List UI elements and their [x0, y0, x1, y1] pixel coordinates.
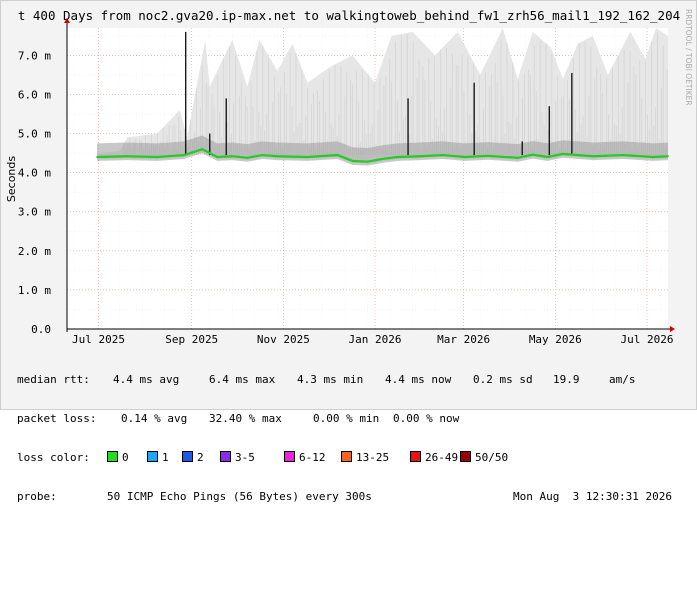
loss-swatch-7: [460, 451, 471, 462]
median-rtt-point: [531, 153, 534, 156]
median-rtt-point: [156, 156, 159, 158]
median-rtt-point: [486, 154, 489, 157]
legend-panel: median rtt: 4.4 ms avg 6.4 ms max 4.3 ms…: [17, 347, 687, 529]
packet-loss-row: packet loss: 0.14 % avg 32.40 % max 0.00…: [17, 412, 687, 425]
y-tick-label: 6.0 m: [18, 88, 51, 101]
plot-area: 0.0 1.0 m 2.0 m 3.0 m 4.0 m 5.0 m 6.0 m 7.0 m Ju…: [18, 18, 675, 346]
median-rtt-point: [276, 155, 279, 158]
loss-now: 0.00 % now: [393, 412, 460, 425]
median-rtt-point: [622, 154, 624, 156]
loss-color-3: 3-5: [220, 451, 255, 464]
median-rtt-point: [441, 154, 444, 156]
x-tick-label: Nov 2025: [257, 333, 310, 346]
x-tick-label: Sep 2025: [165, 333, 218, 346]
loss-color-0: 0: [107, 451, 129, 464]
loss-max: 32.40 % max: [209, 412, 282, 425]
smokeping-graph: t 400 Days from noc2.gva20.ip-max.net to…: [0, 0, 697, 503]
loss-swatch-3: [220, 451, 231, 462]
y-tick-label: 2.0 m: [18, 245, 51, 258]
x-axis-arrow: [670, 326, 675, 332]
median-rtt-point: [366, 160, 369, 163]
loss-swatch-5: [341, 451, 352, 462]
y-tick-label: 1.0 m: [18, 284, 51, 297]
chart-title: t 400 Days from noc2.gva20.ip-max.net to…: [18, 8, 680, 23]
x-tick-label: Jul 2026: [620, 333, 673, 346]
median-rtt-point: [261, 154, 264, 156]
loss-swatch-0: [107, 451, 118, 462]
probe-label: probe:: [17, 490, 57, 503]
x-tick-label: May 2026: [529, 333, 582, 346]
loss-color-2: 2: [182, 451, 204, 464]
median-am: 19.9: [553, 373, 580, 386]
loss-swatch-6: [410, 451, 421, 462]
graph-timestamp: Mon Aug 3 12:30:31 2026: [513, 490, 672, 503]
watermark: RRDTOOL / TOBI OETIKER: [684, 9, 693, 106]
median-rtt-point: [216, 156, 219, 158]
median-max: 6.4 ms max: [209, 373, 276, 386]
y-tick-label: 7.0 m: [18, 49, 51, 62]
loss-color-label: loss color:: [17, 451, 90, 464]
loss-swatch-4: [284, 451, 295, 462]
probe-text: 50 ICMP Echo Pings (56 Bytes) every 300s: [107, 490, 372, 503]
median-now: 4.4 ms now: [385, 373, 452, 386]
median-rtt-label: median rtt:: [17, 373, 90, 386]
median-rtt-row: median rtt: 4.4 ms avg 6.4 ms max 4.3 ms…: [17, 373, 687, 386]
y-axis-label: Seconds: [5, 156, 18, 202]
median-rtt-point: [381, 158, 384, 160]
median-avg: 4.4 ms avg: [113, 373, 180, 386]
loss-color-5: 13-25: [341, 451, 389, 464]
median-sd: 0.2 ms sd: [473, 373, 533, 386]
median-rtt-point: [231, 155, 234, 158]
probe-row: probe: 50 ICMP Echo Pings (56 Bytes) eve…: [17, 490, 687, 503]
x-tick-label: Jul 2025: [72, 333, 125, 346]
loss-color-6: 26-49: [410, 451, 458, 464]
loss-swatch-1: [147, 451, 158, 462]
loss-color-1: 1: [147, 451, 169, 464]
median-rtt-point: [336, 154, 339, 156]
loss-min: 0.00 % min: [313, 412, 380, 425]
x-tick-label: Mar 2026: [437, 333, 490, 346]
median-rtt-point: [419, 155, 421, 158]
median-rtt-point: [396, 156, 399, 158]
median-rtt-point: [464, 156, 467, 158]
loss-avg: 0.14 % avg: [121, 412, 188, 425]
y-tick-label: 3.0 m: [18, 206, 51, 219]
median-rtt-point: [183, 154, 186, 156]
median-rtt-point: [96, 156, 98, 158]
median-rtt-point: [652, 156, 654, 158]
median-rtt-point: [126, 155, 128, 158]
loss-color-row: loss color: 0 1 2 3-5 6-12 13-25 26-49 5…: [17, 451, 687, 464]
packet-loss-label: packet loss:: [17, 412, 97, 425]
median-rtt-point: [516, 156, 519, 159]
median-rtt-point: [546, 156, 549, 158]
median-rtt-point: [351, 160, 354, 162]
median-rtt-point: [306, 156, 309, 158]
median-min: 4.3 ms min: [297, 373, 364, 386]
loss-color-4: 6-12: [284, 451, 326, 464]
median-am-unit: am/s: [609, 373, 636, 386]
y-tick-label: 4.0 m: [18, 167, 51, 180]
median-rtt-point: [667, 155, 669, 158]
loss-color-7: 50/50: [460, 451, 508, 464]
x-tick-label: Jan 2026: [349, 333, 402, 346]
median-rtt-point: [201, 148, 204, 151]
chart-svg: t 400 Days from noc2.gva20.ip-max.net to…: [5, 8, 693, 346]
median-rtt-point: [591, 155, 594, 158]
median-rtt-point: [561, 152, 564, 155]
median-rtt-point: [246, 156, 249, 159]
y-tick-label: 0.0: [31, 323, 51, 336]
loss-swatch-2: [182, 451, 193, 462]
y-tick-label: 5.0 m: [18, 128, 51, 141]
